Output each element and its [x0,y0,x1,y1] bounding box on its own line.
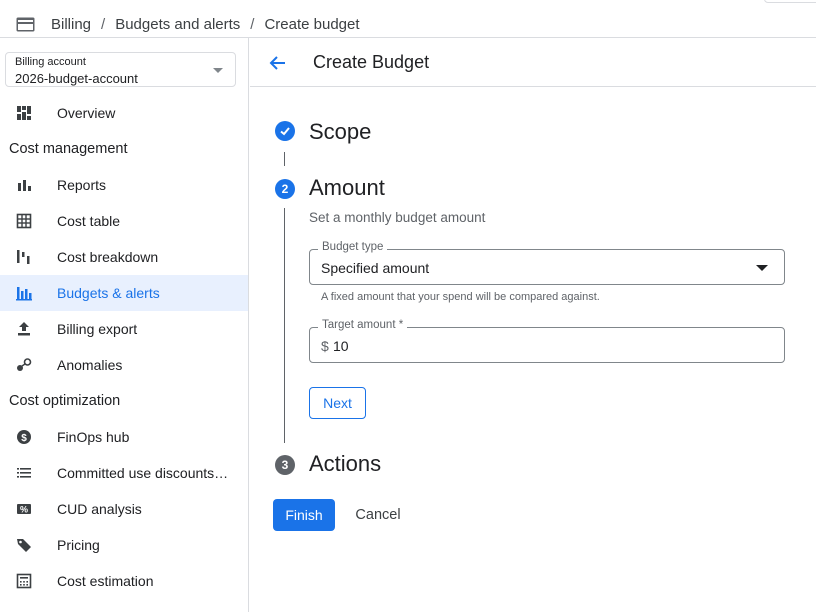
sidebar-item-cost-table[interactable]: Cost table [0,203,248,239]
breadcrumb: Billing / Budgets and alerts / Create bu… [16,14,360,34]
sidebar-item-label: CUD analysis [57,501,142,517]
list-icon [16,465,32,481]
breadcrumb-separator: / [250,15,255,33]
step-number-3: 3 [275,455,295,475]
budget-type-select[interactable]: Budget type Specified amount [309,241,785,285]
billing-account-value: 2026-budget-account [15,71,138,86]
budget-type-value: Specified amount [321,260,430,276]
cancel-button[interactable]: Cancel [348,499,408,531]
overview-grid-icon [16,105,32,121]
upload-icon [16,321,32,337]
billing-account-label: Billing account [15,56,86,68]
sidebar-item-anomalies[interactable]: Anomalies [0,347,248,383]
calculator-icon [16,573,32,589]
sidebar-item-finops-hub[interactable]: $ FinOps hub [0,419,248,455]
breadcrumb-budgets-and-alerts[interactable]: Budgets and alerts [115,16,240,33]
back-arrow-icon[interactable] [267,52,289,74]
waterfall-icon [16,249,32,265]
sidebar-item-label: Budgets & alerts [57,285,160,301]
sidebar-item-committed-use-discounts[interactable]: Committed use discounts… [0,455,248,491]
page-title: Create Budget [313,52,430,72]
target-amount-value[interactable]: 10 [333,338,349,354]
budget-type-helper: A fixed amount that your spend will be c… [321,291,600,303]
amount-description: Set a monthly budget amount [309,210,486,225]
step-connector [284,152,285,166]
sidebar-item-billing-export[interactable]: Billing export [0,311,248,347]
sidebar-item-label: Reports [57,177,107,193]
budget-icon [16,285,32,301]
sidebar-item-cud-analysis[interactable]: % CUD analysis [0,491,248,527]
budget-type-label: Budget type [318,241,388,253]
breadcrumb-create-budget: Create budget [264,15,360,33]
billing-account-select[interactable]: Billing account 2026-budget-account [5,52,236,87]
step-number-2: 2 [275,179,295,199]
svg-text:$: $ [21,433,27,444]
sidebar-item-reports[interactable]: Reports [0,167,248,203]
sidebar-item-label: Cost table [57,213,121,229]
sidebar-item-label: Overview [57,105,116,121]
sidebar: Billing account 2026-budget-account Over… [0,38,249,612]
sidebar-item-cost-estimation[interactable]: Cost estimation [0,563,248,599]
svg-text:%: % [20,505,28,515]
finish-button[interactable]: Finish [273,499,335,531]
currency-prefix: $ [321,338,329,354]
dropdown-caret-icon [213,68,223,73]
step-complete-check-icon [275,121,295,141]
sidebar-item-label: Committed use discounts… [57,465,229,481]
sidebar-item-label: Pricing [57,537,100,553]
percent-icon: % [16,501,32,517]
breadcrumb-billing[interactable]: Billing [51,16,91,33]
anomalies-icon [16,357,32,373]
section-cost-management: Cost management [9,141,128,157]
step-amount-title: Amount [309,175,385,200]
sidebar-item-label: Billing export [57,321,138,337]
sidebar-item-budgets-alerts[interactable]: Budgets & alerts [0,275,248,311]
target-amount-label: Target amount * [318,319,408,331]
step-actions-title[interactable]: Actions [309,451,381,477]
sidebar-item-partial[interactable] [0,599,248,612]
dollar-circle-icon: $ [16,429,32,445]
tag-icon [16,537,32,553]
sidebar-item-label: Cost breakdown [57,249,159,265]
sidebar-item-label: FinOps hub [57,429,130,445]
top-bar: Billing / Budgets and alerts / Create bu… [0,0,816,38]
breadcrumb-separator: / [101,15,106,33]
main-content: Create Budget Scope 2 Amount Set a month… [250,38,816,612]
step-scope-title[interactable]: Scope [309,119,371,145]
section-cost-optimization: Cost optimization [9,393,121,409]
step-connector [284,208,285,443]
next-button[interactable]: Next [309,387,366,419]
bar-chart-icon [16,177,32,193]
page-header: Create Budget [250,38,816,87]
billing-card-icon [16,17,35,32]
dropdown-caret-icon [756,265,768,271]
sidebar-item-label: Cost estimation [57,573,154,589]
sidebar-item-overview[interactable]: Overview [0,95,248,131]
sidebar-item-cost-breakdown[interactable]: Cost breakdown [0,239,248,275]
sidebar-item-label: Anomalies [57,357,123,373]
sidebar-item-pricing[interactable]: Pricing [0,527,248,563]
table-icon [16,213,32,229]
top-right-button[interactable] [764,0,816,3]
target-amount-field[interactable]: Target amount * $ 10 [309,319,785,363]
